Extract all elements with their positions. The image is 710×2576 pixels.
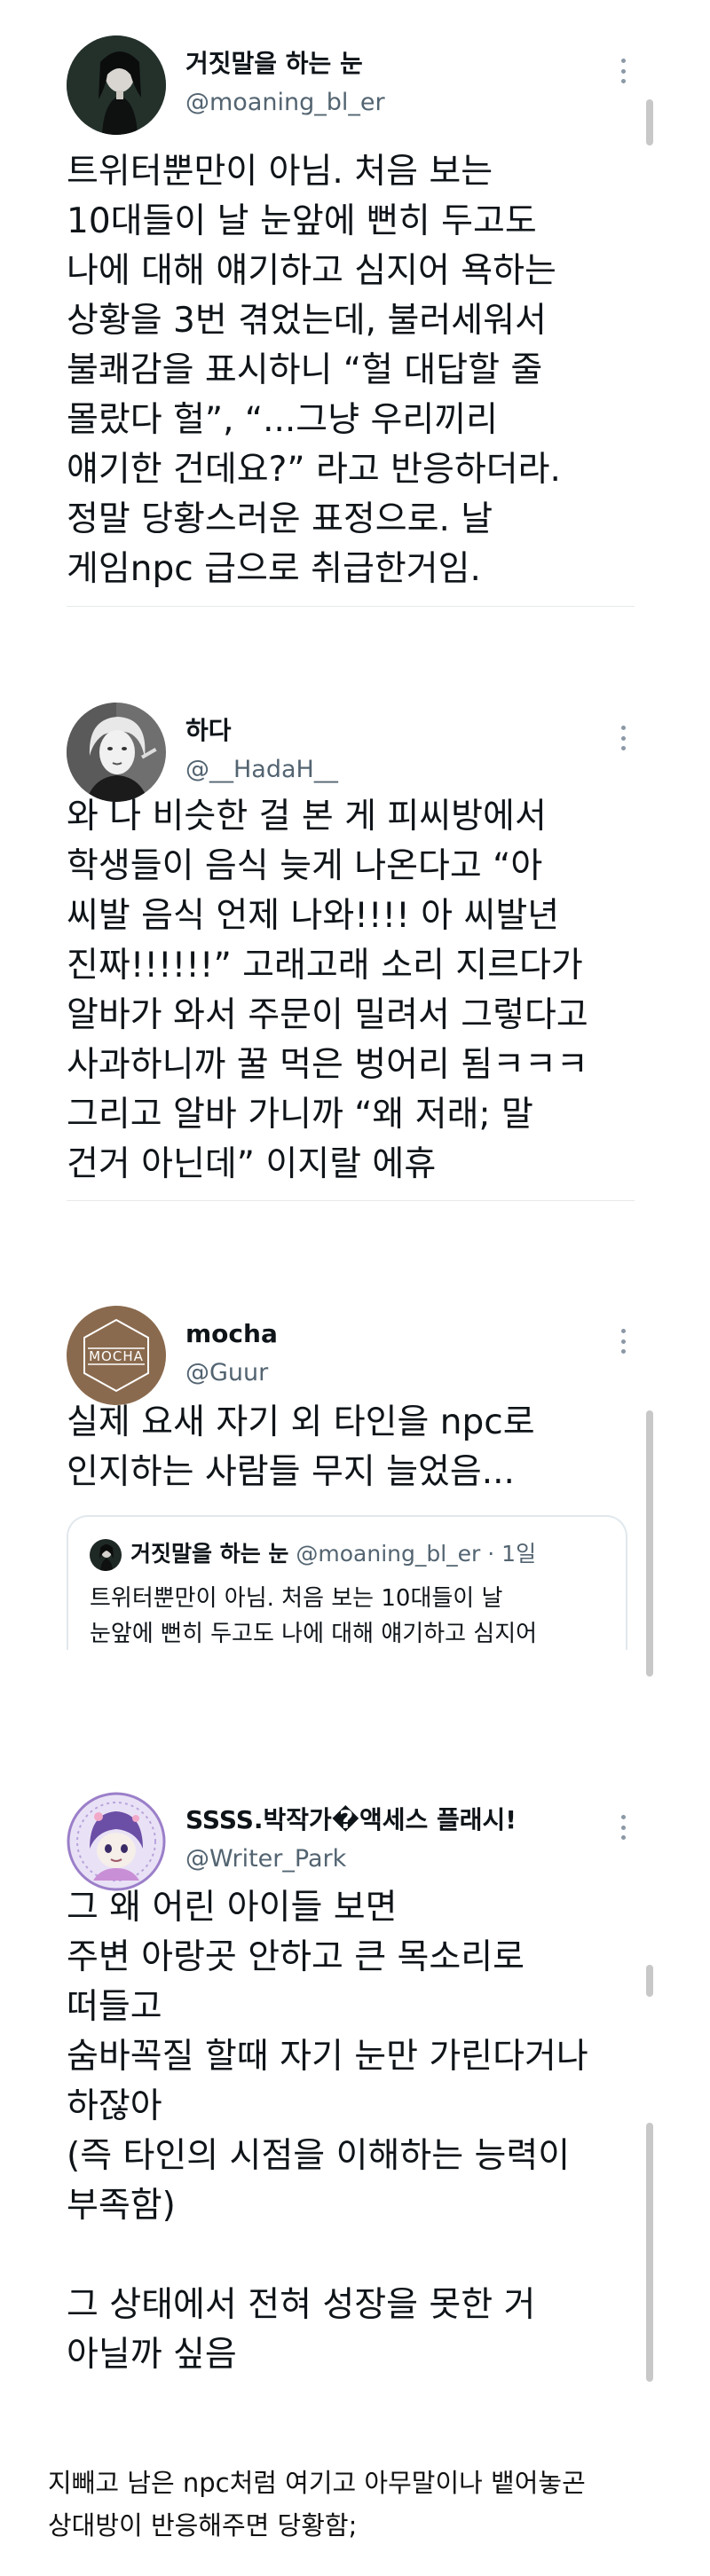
screenshot-page: 거짓말을 하는 눈 @moaning_bl_er 트위터뿐만이 아님. 처음 보… (0, 0, 710, 2576)
scrollbar[interactable] (646, 99, 653, 145)
more-options-icon[interactable] (611, 53, 635, 89)
avatar[interactable] (67, 703, 166, 802)
author-names: mocha @Guur (185, 1318, 611, 1389)
dark-portrait-avatar-icon (90, 1539, 122, 1571)
divider (67, 606, 635, 607)
quoted-tweet-header: 거짓말을 하는 눈 @moaning_bl_er · 1일 (90, 1536, 536, 1572)
quoted-handle[interactable]: @moaning_bl_er (296, 1541, 480, 1567)
purple-anime-avatar-icon (67, 1792, 166, 1891)
avatar[interactable] (67, 1792, 166, 1891)
handle[interactable]: @Guur (185, 1357, 611, 1389)
quoted-display-name[interactable]: 거짓말을 하는 눈 (130, 1541, 288, 1567)
avatar[interactable]: MOCHA (67, 1306, 166, 1405)
tweet-text: 트위터뿐만이 아님. 처음 보는 10대들이 날 눈앞에 뻔히 두고도 나에 대… (67, 152, 561, 589)
display-name[interactable]: 거짓말을 하는 눈 (185, 48, 611, 80)
tweet-header: 하다 @__HadaH__ (67, 703, 635, 802)
svg-text:MOCHA: MOCHA (89, 1348, 144, 1364)
tweet-header: MOCHA mocha @Guur (67, 1306, 635, 1405)
quoted-tweet-text: 트위터뿐만이 아님. 처음 보는 10대들이 날 눈앞에 뻔히 두고도 나에 대… (90, 1585, 538, 1647)
handle[interactable]: @__HadaH__ (185, 754, 611, 786)
black-white-portrait-avatar-icon (67, 703, 166, 802)
mocha-logo-avatar-icon: MOCHA (67, 1306, 166, 1405)
tweet-text: 실제 요새 자기 외 타인을 npc로 인지하는 사람들 무지 늘었음... (67, 1402, 535, 1492)
tweet-3[interactable]: MOCHA mocha @Guur 실제 요새 자기 외 타인을 npc로 인지… (0, 1260, 710, 1810)
scrollbar[interactable] (646, 1410, 653, 1677)
tweet-2[interactable]: 하다 @__HadaH__ 와 나 비슷한 걸 본 게 피씨방에서 학생들이 음… (0, 656, 710, 1260)
quoted-time: · 1일 (487, 1541, 537, 1567)
tweet-1[interactable]: 거짓말을 하는 눈 @moaning_bl_er 트위터뿐만이 아님. 처음 보… (0, 0, 710, 639)
tweet-header: 거짓말을 하는 눈 @moaning_bl_er (67, 35, 635, 135)
display-name[interactable]: 하다 (185, 715, 611, 747)
quoted-avatar (90, 1539, 122, 1571)
author-names: 거짓말을 하는 눈 @moaning_bl_er (185, 48, 611, 119)
more-options-icon[interactable] (611, 1810, 635, 1845)
tweet-header: SSSS.박작가�액세스 플래시! @Writer_Park (67, 1792, 635, 1891)
caption-text: 지빼고 남은 npc처럼 여기고 아무말이나 뱉어놓곤 상대방이 반응해주면 당… (48, 2468, 586, 2541)
quoted-tweet[interactable]: 거짓말을 하는 눈 @moaning_bl_er · 1일 트위터뿐만이 아님.… (67, 1515, 627, 1650)
author-names: SSSS.박작가�액세스 플래시! @Writer_Park (185, 1804, 611, 1875)
tweet-text: 와 나 비슷한 걸 본 게 피씨방에서 학생들이 음식 늦게 나온다고 “아 씨… (67, 797, 588, 1184)
display-name[interactable]: mocha (185, 1318, 611, 1350)
handle[interactable]: @moaning_bl_er (185, 87, 611, 119)
display-name[interactable]: SSSS.박작가�액세스 플래시! (185, 1804, 611, 1836)
scrollbar[interactable] (646, 1965, 653, 1997)
more-options-icon[interactable] (611, 720, 635, 756)
tweet-4[interactable]: SSSS.박작가�액세스 플래시! @Writer_Park 그 왜 어린 아이… (0, 1752, 710, 2426)
more-options-icon[interactable] (611, 1323, 635, 1359)
author-names: 하다 @__HadaH__ (185, 715, 611, 786)
avatar[interactable] (67, 35, 166, 135)
scrollbar[interactable] (646, 2123, 653, 2382)
tweet-text: 그 왜 어린 아이들 보면 주변 아랑곳 안하고 큰 목소리로 떠들고 숨바꼭질… (67, 1888, 588, 2375)
handle[interactable]: @Writer_Park (185, 1843, 611, 1875)
dark-portrait-avatar-icon (67, 35, 166, 135)
divider (67, 1200, 635, 1201)
